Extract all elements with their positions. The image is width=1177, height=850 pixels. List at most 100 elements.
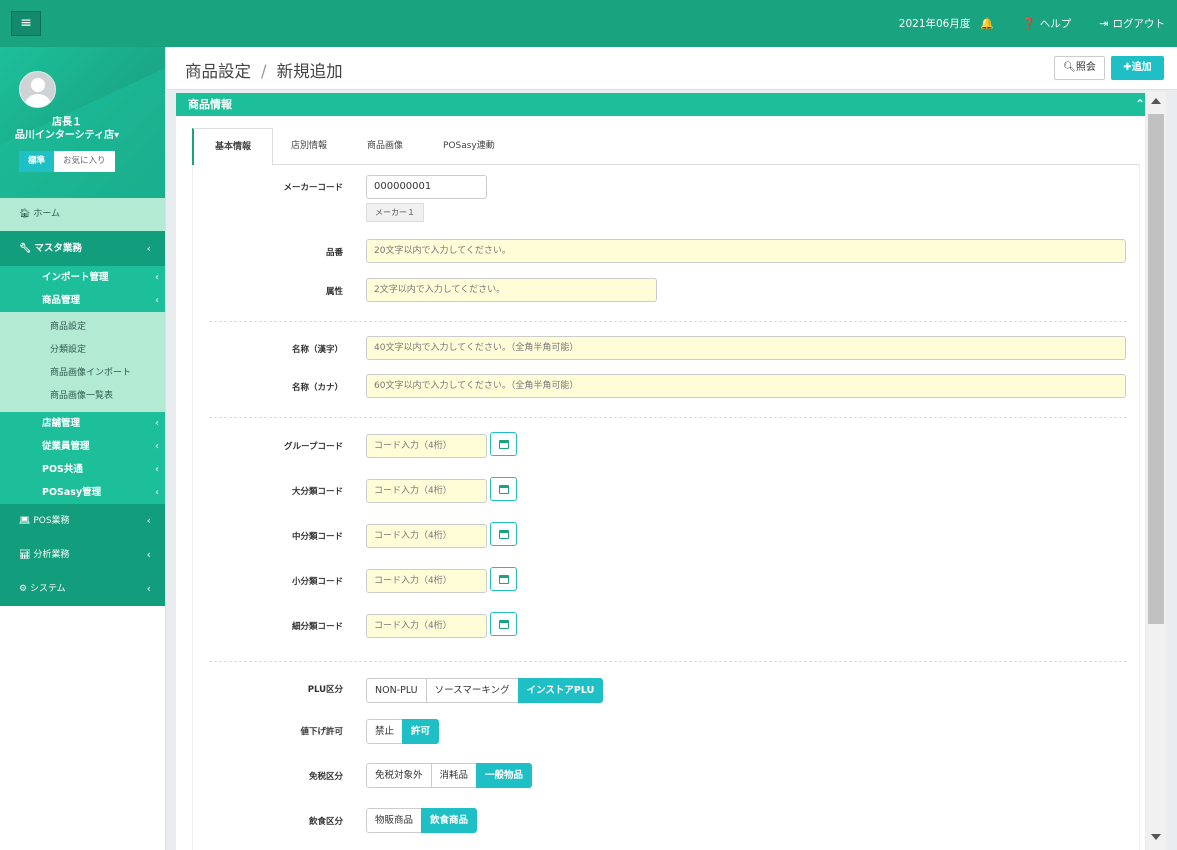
minor-category-input[interactable]: コード入力（4桁） [366,569,487,593]
plu-option-non-plu[interactable]: NON-PLU [366,678,427,703]
page-title: 商品設定 / 新規追加 [185,58,343,82]
major-category-lookup-button[interactable] [490,477,517,501]
sub-category-label: 細分類コード [291,622,343,632]
sidebar-item-home[interactable]: 🏠︎ ホーム [0,198,165,231]
bell-icon[interactable]: 🔔 [980,17,994,30]
scroll-down-icon[interactable] [1151,834,1161,840]
middle-category-input[interactable]: コード入力（4桁） [366,524,487,548]
tax-free-option-excluded[interactable]: 免税対象外 [366,763,432,788]
tab-product-image[interactable]: 商品画像 [367,128,403,165]
tab-favorites[interactable]: お気に入り [54,151,115,172]
scroll-up-icon[interactable] [1151,98,1161,104]
food-segmented-control: 物販商品 飲食商品 [366,808,478,833]
discount-segmented-control: 禁止 許可 [366,719,440,744]
plu-option-source-marking[interactable]: ソースマーキング [425,678,519,703]
name-kanji-label: 名称（漢字） [291,345,343,355]
middle-category-lookup-button[interactable] [490,522,517,546]
add-button[interactable]: ✚追加 [1111,56,1164,80]
sidebar-item-pos-common[interactable]: POS共通 ‹ [0,458,165,481]
calendar-icon [499,620,509,629]
sidebar-item-pos-operations[interactable]: 💻︎ POS業務 ‹ [0,504,165,538]
cogs-icon: ⚙︎ [19,584,28,594]
top-bar: ≡ 2021年06月度 🔔 ❓ ヘルプ ⇥ ログアウト [0,0,1177,47]
search-icon: 🔍︎ [1063,62,1076,73]
item-no-label: 品番 [325,248,343,258]
chevron-up-icon[interactable]: ⌃ [1135,93,1145,116]
chevron-left-icon: ‹ [155,272,159,283]
sidebar-leaf-image-list[interactable]: 商品画像一覧表 [0,385,165,408]
tab-posasy-link[interactable]: POSasy連動 [443,128,495,165]
discount-option-allow[interactable]: 許可 [402,719,440,744]
chevron-left-icon: ‹ [146,242,151,255]
chevron-left-icon: ‹ [155,464,159,475]
major-category-input[interactable]: コード入力（4桁） [366,479,487,503]
product-info-panel: 商品情報 ⌃ 基本情報 店別情報 商品画像 POSasy連動 メーカーコード 0… [176,93,1145,850]
middle-category-label: 中分類コード [291,532,343,542]
basic-info-form: メーカーコード 000000001 メーカー１ 品番 20文字以内で入力してくだ… [192,165,1140,850]
store-selector[interactable]: 品川インターシティ店▾ [0,126,134,141]
chevron-left-icon: ‹ [155,487,159,498]
logout-link[interactable]: ⇥ ログアウト [1099,16,1165,31]
menu-mode-tabs: 標準 お気に入り [19,151,115,172]
tax-free-option-consumables[interactable]: 消耗品 [430,763,478,788]
attribute-input[interactable]: 2文字以内で入力してください。 [366,278,657,302]
sidebar-group-master: 🔧︎ マスタ業務 ‹ [0,231,165,266]
attribute-label: 属性 [325,287,343,297]
sidebar-item-import[interactable]: インポート管理 ‹ [0,266,165,289]
name-kana-input[interactable]: 60文字以内で入力してください。（全角半角可能） [366,374,1126,398]
product-tabs: 基本情報 店別情報 商品画像 POSasy連動 [192,128,1140,166]
group-code-lookup-button[interactable] [490,432,517,456]
wrench-icon: 🔧︎ [19,243,32,254]
calendar-icon [499,575,509,584]
group-code-input[interactable]: コード入力（4桁） [366,434,487,458]
scrollbar-thumb[interactable] [1148,114,1164,624]
name-kanji-input[interactable]: 40文字以内で入力してください。（全角半角可能） [366,336,1126,360]
item-no-input[interactable]: 20文字以内で入力してください。 [366,239,1126,263]
home-icon: 🏠︎ [19,209,31,219]
search-button[interactable]: 🔍︎照会 [1054,56,1105,80]
tax-free-option-general[interactable]: 一般物品 [476,763,533,788]
discount-option-forbid[interactable]: 禁止 [366,719,404,744]
top-bar-right: 2021年06月度 🔔 ❓ ヘルプ ⇥ ログアウト [899,0,1165,47]
panel-header[interactable]: 商品情報 ⌃ [176,93,1145,116]
name-kana-label: 名称（カナ） [291,383,343,393]
maker-code-input[interactable]: 000000001 [366,175,487,199]
plu-segmented-control: NON-PLU ソースマーキング インストアPLU [366,678,604,703]
sidebar-item-product-management[interactable]: 商品管理 ‹ [0,289,165,312]
sidebar-item-system[interactable]: ⚙︎ システム ‹ [0,572,165,606]
sidebar-item-posasy-management[interactable]: POSasy管理 ‹ [0,481,165,504]
help-link[interactable]: ❓ ヘルプ [1022,16,1071,31]
sub-category-lookup-button[interactable] [490,612,517,636]
sidebar-leaf-image-import[interactable]: 商品画像インポート [0,362,165,385]
sub-category-input[interactable]: コード入力（4桁） [366,614,487,638]
major-category-label: 大分類コード [291,487,343,497]
plu-option-instore-plu[interactable]: インストアPLU [517,678,604,703]
food-option-retail[interactable]: 物販商品 [366,808,423,833]
page-title-sub: 新規追加 [276,62,343,81]
section-divider [209,321,1127,322]
chevron-left-icon: ‹ [155,418,159,429]
minor-category-lookup-button[interactable] [490,567,517,591]
product-submenu: 商品設定 分類設定 商品画像インポート 商品画像一覧表 [0,312,165,412]
page-title-main: 商品設定 [185,62,251,81]
tab-basic-info[interactable]: 基本情報 [192,128,274,166]
fiscal-period: 2021年06月度 [898,18,971,30]
sidebar-master-submenu: インポート管理 ‹ 商品管理 ‹ 商品設定 分類設定 商品画像インポート 商品画像一… [0,266,165,504]
laptop-icon: 💻︎ [19,516,31,526]
sidebar-leaf-category-settings[interactable]: 分類設定 [0,339,165,362]
sidebar-item-store-management[interactable]: 店舗管理 ‹ [0,412,165,435]
vertical-scrollbar[interactable] [1146,92,1166,850]
breadcrumb-separator: / [261,62,267,81]
sidebar-item-master[interactable]: 🔧︎ マスタ業務 ‹ [0,231,165,266]
sidebar-item-analysis[interactable]: 📊︎ 分析業務 ‹ [0,538,165,572]
sidebar-bottom-groups: 💻︎ POS業務 ‹ 📊︎ 分析業務 ‹ ⚙︎ システム ‹ [0,504,165,606]
plu-label: PLU区分 [307,685,343,695]
sidebar-item-employee-management[interactable]: 従業員管理 ‹ [0,435,165,458]
tab-standard[interactable]: 標準 [19,151,55,172]
plus-icon: ✚ [1123,62,1132,73]
tab-store-info[interactable]: 店別情報 [291,128,327,165]
hamburger-icon[interactable]: ≡ [11,11,41,36]
tax-free-label: 免税区分 [308,772,343,782]
sidebar-leaf-product-settings[interactable]: 商品設定 [0,316,165,339]
food-option-dining[interactable]: 飲食商品 [421,808,478,833]
